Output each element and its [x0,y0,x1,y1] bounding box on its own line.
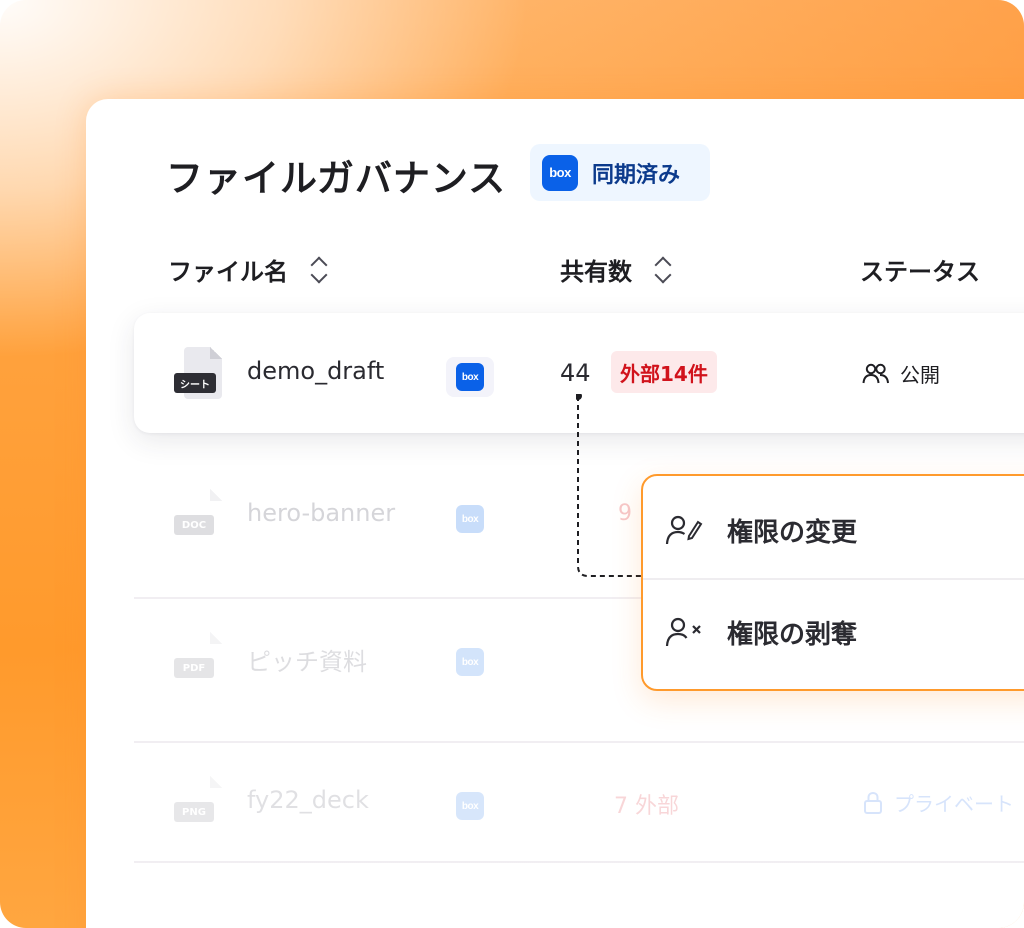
column-header-label: ステータス [860,258,980,286]
file-name: hero-banner [247,499,396,527]
column-header-label: 共有数 [560,258,632,286]
sync-status-badge: box 同期済み [530,144,710,201]
box-source-button[interactable]: box [446,357,494,397]
box-logo-icon: box [456,363,484,391]
status-private: プライベート [862,788,1014,817]
box-source-button[interactable]: box [446,786,494,826]
menu-connector-line [576,394,644,577]
menu-divider [643,578,1024,580]
menu-item-revoke-permission[interactable]: 権限の剥奪 [643,582,1024,682]
user-edit-icon [665,515,703,545]
external-share-badge[interactable]: 外部14件 [611,351,717,393]
page-title: ファイルガバナンス [166,157,507,200]
doc-file-icon: DOC [174,489,222,541]
app-frame: ファイルガバナンス box 同期済み ファイル名 共有数 ステータス シート d… [0,0,1024,928]
menu-item-change-permission[interactable]: 権限の変更 [643,480,1024,580]
status-label: 公開 [900,363,940,387]
column-header-file-name[interactable]: ファイル名 [168,252,328,287]
file-name: demo_draft [247,357,385,385]
sort-icon[interactable] [310,255,328,285]
box-logo-icon: box [456,648,484,676]
column-header-status: ステータス [860,252,980,287]
table-row[interactable]: PNG fy22_deck box 7 外部 プライベート [134,742,1024,862]
user-remove-icon [665,617,701,647]
sort-icon[interactable] [654,255,672,285]
lock-icon [864,791,882,814]
pdf-file-icon: PDF [174,632,222,684]
share-count[interactable]: 44 [560,359,591,387]
status-public: 公開 [862,359,940,388]
file-name: ピッチ資料 [247,648,367,676]
box-logo-icon: box [456,505,484,533]
box-logo-icon: box [542,154,578,191]
sync-status-label: 同期済み [592,162,681,188]
menu-item-label: 権限の剥奪 [727,619,858,650]
box-source-button[interactable]: box [446,642,494,682]
users-icon [862,363,889,383]
status-label: プライベート [894,792,1014,816]
file-name: fy22_deck [247,786,369,814]
spreadsheet-file-icon: シート [174,347,222,399]
box-logo-icon: box [456,792,484,820]
column-header-share-count[interactable]: 共有数 [560,252,672,287]
box-source-button[interactable]: box [446,499,494,539]
png-file-icon: PNG [174,776,222,828]
menu-item-label: 権限の変更 [727,517,858,548]
permission-context-menu: 権限の変更 権限の剥奪 [641,474,1024,691]
column-header-label: ファイル名 [168,258,288,286]
bottom-fade [86,860,1024,928]
external-share-text: 7 外部 [614,794,679,819]
